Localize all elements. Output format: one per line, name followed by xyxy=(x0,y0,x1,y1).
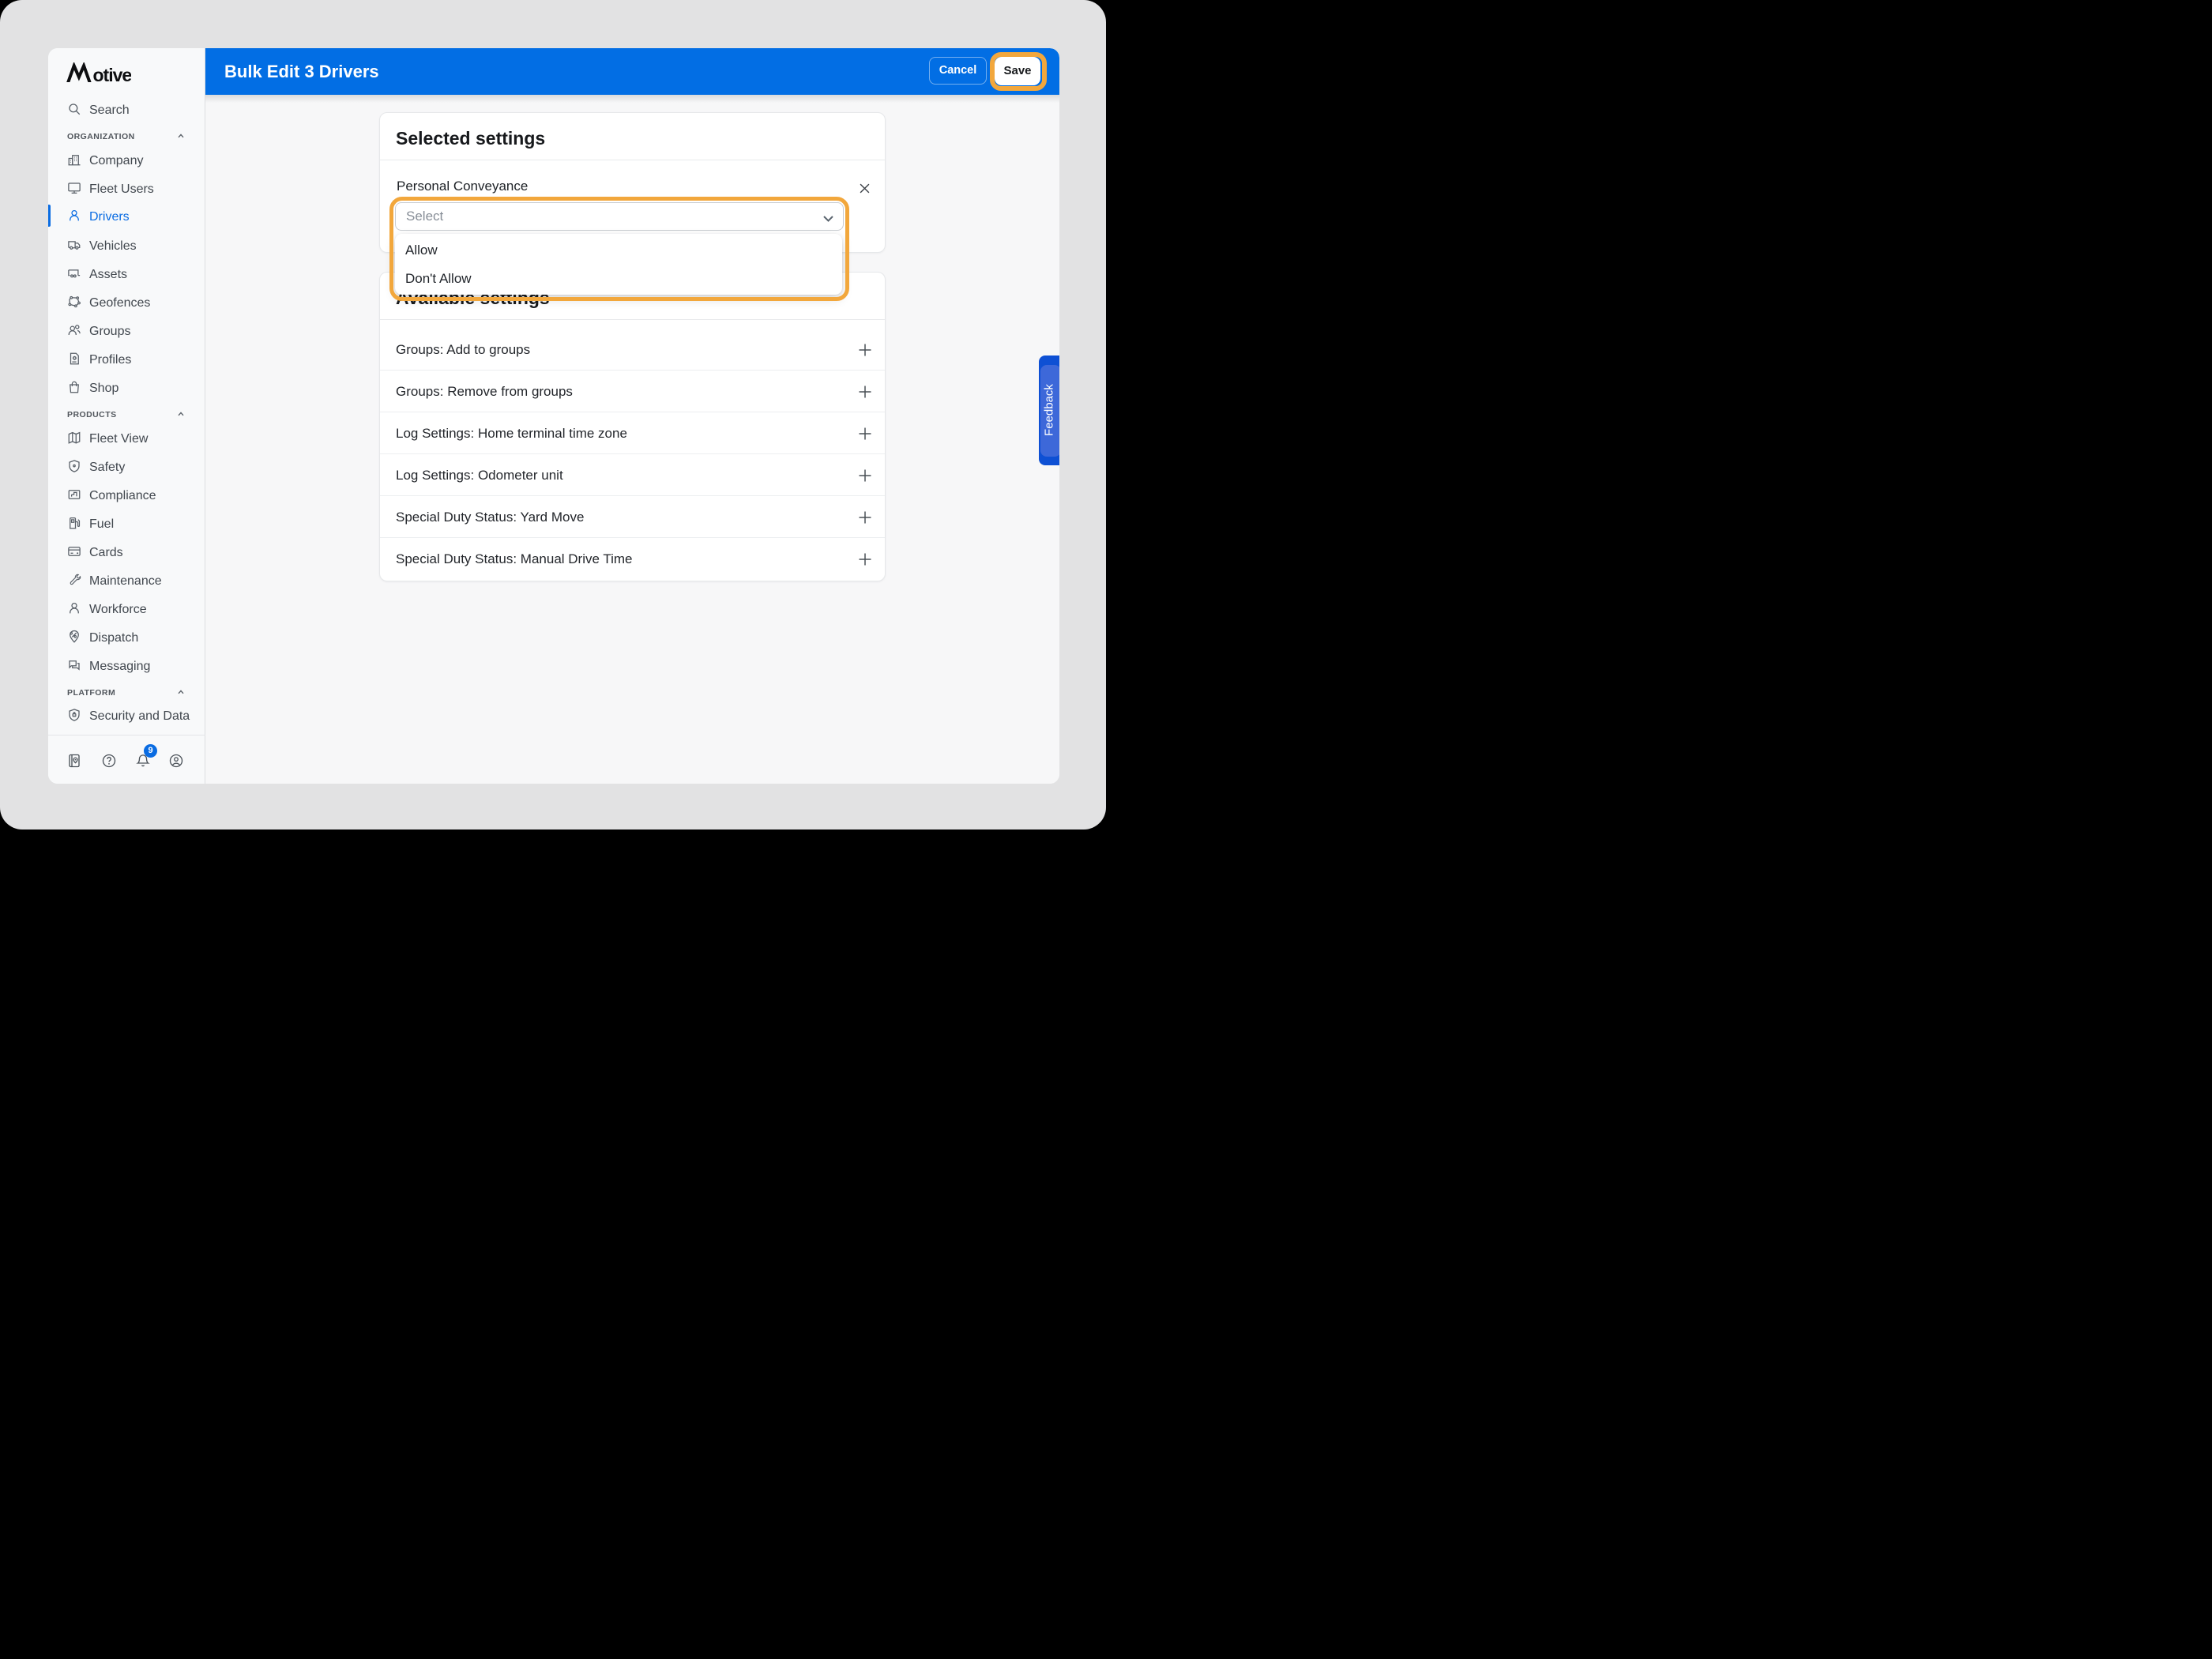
svg-text:otive: otive xyxy=(93,65,132,82)
